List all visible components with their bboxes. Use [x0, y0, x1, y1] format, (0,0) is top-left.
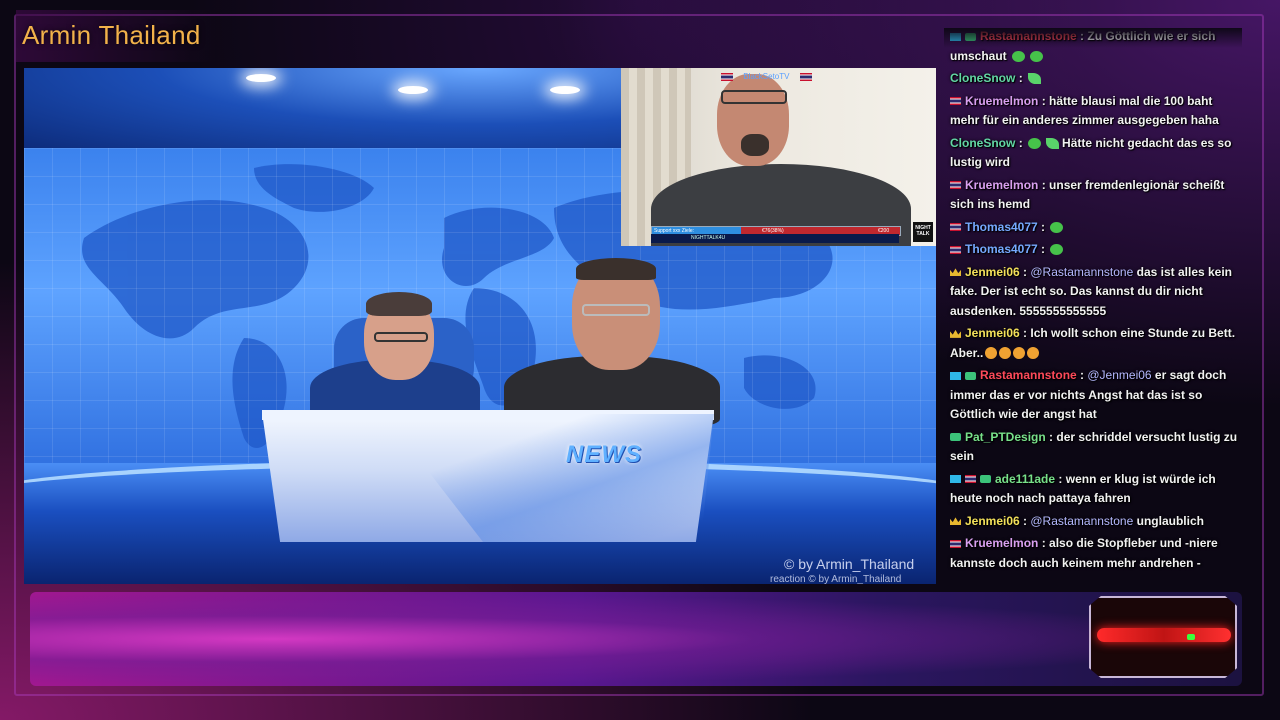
- chat-username[interactable]: Thomas4077: [965, 220, 1038, 234]
- laughing-emote-icon: [1027, 347, 1040, 360]
- chat-mention[interactable]: @Rastamannstone: [1030, 514, 1136, 528]
- ceiling-light: [246, 74, 276, 82]
- flag-badge-icon: [950, 181, 961, 190]
- status-light: [1187, 634, 1195, 640]
- chat-fade: [944, 28, 1242, 48]
- chat-username[interactable]: CloneSnow: [950, 136, 1015, 150]
- crown-badge-icon: [950, 329, 961, 338]
- flag-badge-icon: [950, 223, 961, 232]
- chat-message: Kruemelmon : also die Stopfleber und -ni…: [950, 534, 1242, 573]
- bottom-banner: [30, 592, 1242, 686]
- subscriber-badge-icon: [965, 371, 976, 380]
- leaf-emote-icon: [1045, 137, 1059, 149]
- prime-badge-icon: [950, 475, 961, 484]
- chat-username[interactable]: Jenmei06: [965, 326, 1020, 340]
- host-hair: [576, 258, 656, 280]
- flag-badge-icon: [965, 475, 976, 484]
- chat-text: :: [1041, 219, 1046, 234]
- chat-message: Jenmei06 : @Rastamannstone das ist alles…: [950, 263, 1242, 322]
- chat-separator: :: [1076, 368, 1088, 382]
- nighttalk-logo: NIGHT TALK: [913, 222, 933, 242]
- chat-panel: Rastamannstone : Zu Göttlich wie er sich…: [944, 28, 1242, 576]
- chat-separator: :: [1019, 513, 1031, 528]
- chat-message: ade111ade : wenn er klug ist würde ich h…: [950, 470, 1242, 509]
- chat-message: Pat_PTDesign : der schriddel versucht lu…: [950, 428, 1242, 467]
- guest-left-hair: [366, 292, 432, 316]
- chat-mention[interactable]: @Jenmei06: [1087, 368, 1155, 382]
- pepe-emote-icon: [1050, 221, 1064, 233]
- stream-name: BlackSetoTV: [743, 72, 790, 81]
- ceiling-light: [550, 86, 580, 94]
- news-desk-label: NEWS: [566, 441, 642, 468]
- chat-message: CloneSnow :: [950, 69, 1242, 89]
- subscriber-badge-icon: [980, 475, 991, 484]
- chat-separator: :: [1019, 264, 1031, 279]
- chat-text: :: [1041, 242, 1046, 256]
- pepe-emote-icon: [1027, 137, 1041, 149]
- chat-username[interactable]: Kruemelmon: [965, 94, 1038, 108]
- chat-username[interactable]: Thomas4077: [965, 242, 1038, 256]
- chat-text: :: [1018, 71, 1023, 85]
- flag-badge-icon: [950, 97, 961, 106]
- chat-message: Rastamannstone : @Jenmei06 er sagt doch …: [950, 366, 1242, 425]
- chat-username[interactable]: Kruemelmon: [965, 536, 1038, 550]
- chat-message: Thomas4077 :: [950, 240, 1242, 260]
- subscriber-badge-icon: [950, 433, 961, 442]
- laughing-emote-icon: [985, 347, 998, 360]
- thai-flag-icon: [721, 72, 733, 81]
- chat-message: Jenmei06 : Ich wollt schon eine Stunde z…: [950, 324, 1242, 363]
- channel-title: Armin Thailand: [22, 20, 201, 50]
- watermark-small: reaction © by Armin_Thailand: [770, 574, 902, 584]
- inset-ticker: NIGHTTALK4U: [651, 234, 899, 243]
- chat-message: Kruemelmon : unser fremdenlegionär schei…: [950, 176, 1242, 215]
- led-strip: [1097, 628, 1231, 642]
- pepe-emote-icon: [1050, 244, 1064, 256]
- chat-separator: :: [1018, 135, 1023, 150]
- chat-username[interactable]: Rastamannstone: [980, 368, 1077, 382]
- chat-username[interactable]: Jenmei06: [965, 265, 1020, 279]
- flag-badge-icon: [950, 539, 961, 548]
- chat-message: Kruemelmon : hätte blausi mal die 100 ba…: [950, 92, 1242, 131]
- leaf-emote-icon: [1027, 73, 1041, 85]
- chat-username[interactable]: Jenmei06: [965, 514, 1020, 528]
- chat-message: CloneSnow : Hätte nicht gedacht das es s…: [950, 134, 1242, 173]
- chat-message: Thomas4077 :: [950, 218, 1242, 238]
- thai-flag-icon: [799, 72, 812, 81]
- watermark: © by Armin_Thailand: [784, 556, 915, 572]
- pepe-emote-icon: [1011, 50, 1025, 62]
- chat-text: unglaublich: [1136, 513, 1204, 528]
- chat-username[interactable]: Kruemelmon: [965, 178, 1038, 192]
- inset-person-glasses: [721, 90, 787, 104]
- laughing-emote-icon: [1013, 347, 1026, 360]
- room-cam[interactable]: [1089, 596, 1237, 678]
- inset-person-beard: [741, 134, 769, 156]
- chat-username[interactable]: Pat_PTDesign: [965, 430, 1046, 444]
- guest-left-glasses: [374, 332, 428, 342]
- crown-badge-icon: [950, 517, 961, 526]
- host-glasses: [582, 304, 650, 316]
- prime-badge-icon: [950, 371, 961, 380]
- laughing-emote-icon: [999, 347, 1012, 360]
- flag-badge-icon: [950, 245, 961, 254]
- chat-username[interactable]: CloneSnow: [950, 71, 1015, 85]
- crown-badge-icon: [950, 268, 961, 277]
- pepe-emote-icon: [1029, 50, 1043, 62]
- chat-message: Jenmei06 : @Rastamannstone unglaublich: [950, 512, 1242, 532]
- chat-username[interactable]: ade111ade: [995, 472, 1055, 486]
- inset-camera[interactable]: BlackSetoTV Support xxx Ziele: €76(38%) …: [621, 68, 936, 246]
- ceiling-light: [398, 86, 428, 94]
- stream-name-bar: BlackSetoTV: [721, 72, 812, 81]
- chat-mention[interactable]: @Rastamannstone: [1030, 265, 1136, 279]
